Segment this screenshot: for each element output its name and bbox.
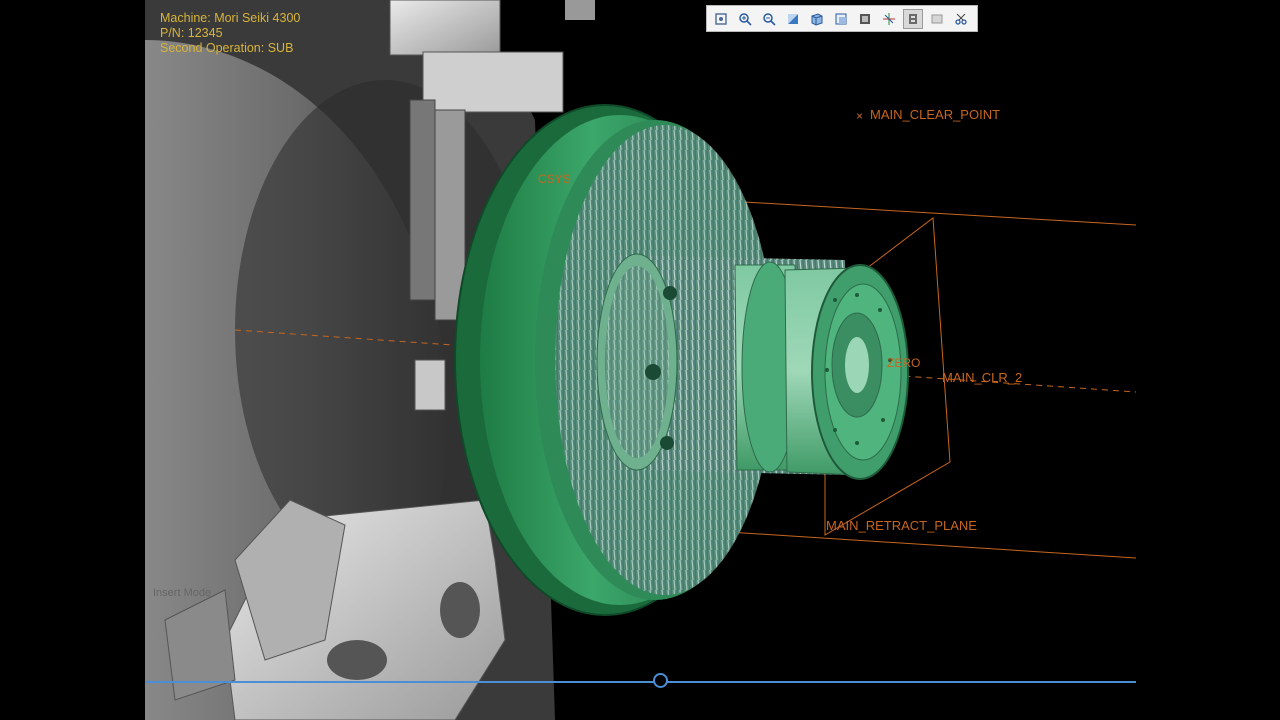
cut-icon[interactable]	[951, 9, 971, 29]
saved-views-icon[interactable]	[927, 9, 947, 29]
main-retract-plane-label: MAIN_RETRACT_PLANE	[826, 518, 977, 533]
spin-center-icon[interactable]	[879, 9, 899, 29]
operation-name: Second Operation: SUB	[160, 41, 294, 55]
shade-icon[interactable]	[783, 9, 803, 29]
machine-info: Machine: Mori Seiki 4300 P/N: 12345 Seco…	[160, 11, 300, 56]
part-number: P/N: 12345	[160, 26, 223, 40]
3d-viewport[interactable]: × Machine: Mori Seiki 4300 P/N: 12345 Se…	[145, 0, 1136, 720]
box-view-icon[interactable]	[807, 9, 827, 29]
zero-label: ZERO	[887, 356, 921, 370]
view-toolbar	[706, 5, 978, 32]
machine-name: Machine: Mori Seiki 4300	[160, 11, 301, 25]
svg-text:×: ×	[856, 109, 863, 123]
playback-slider-track[interactable]	[145, 681, 1136, 683]
zoom-fit-icon[interactable]	[711, 9, 731, 29]
render-icon[interactable]	[855, 9, 875, 29]
datum-display-icon[interactable]	[903, 8, 923, 29]
main-clr-plane-label: MAIN_CLR_2	[942, 370, 1023, 385]
zoom-in-icon[interactable]	[735, 9, 755, 29]
main-clear-point-label: MAIN_CLEAR_POINT	[870, 107, 1001, 122]
csys-label: CSYS	[538, 172, 571, 186]
playback-slider-handle[interactable]	[652, 673, 668, 688]
view-icon[interactable]	[831, 9, 851, 29]
mode-indicator: Insert Mode	[153, 587, 212, 599]
zoom-out-icon[interactable]	[759, 9, 779, 29]
